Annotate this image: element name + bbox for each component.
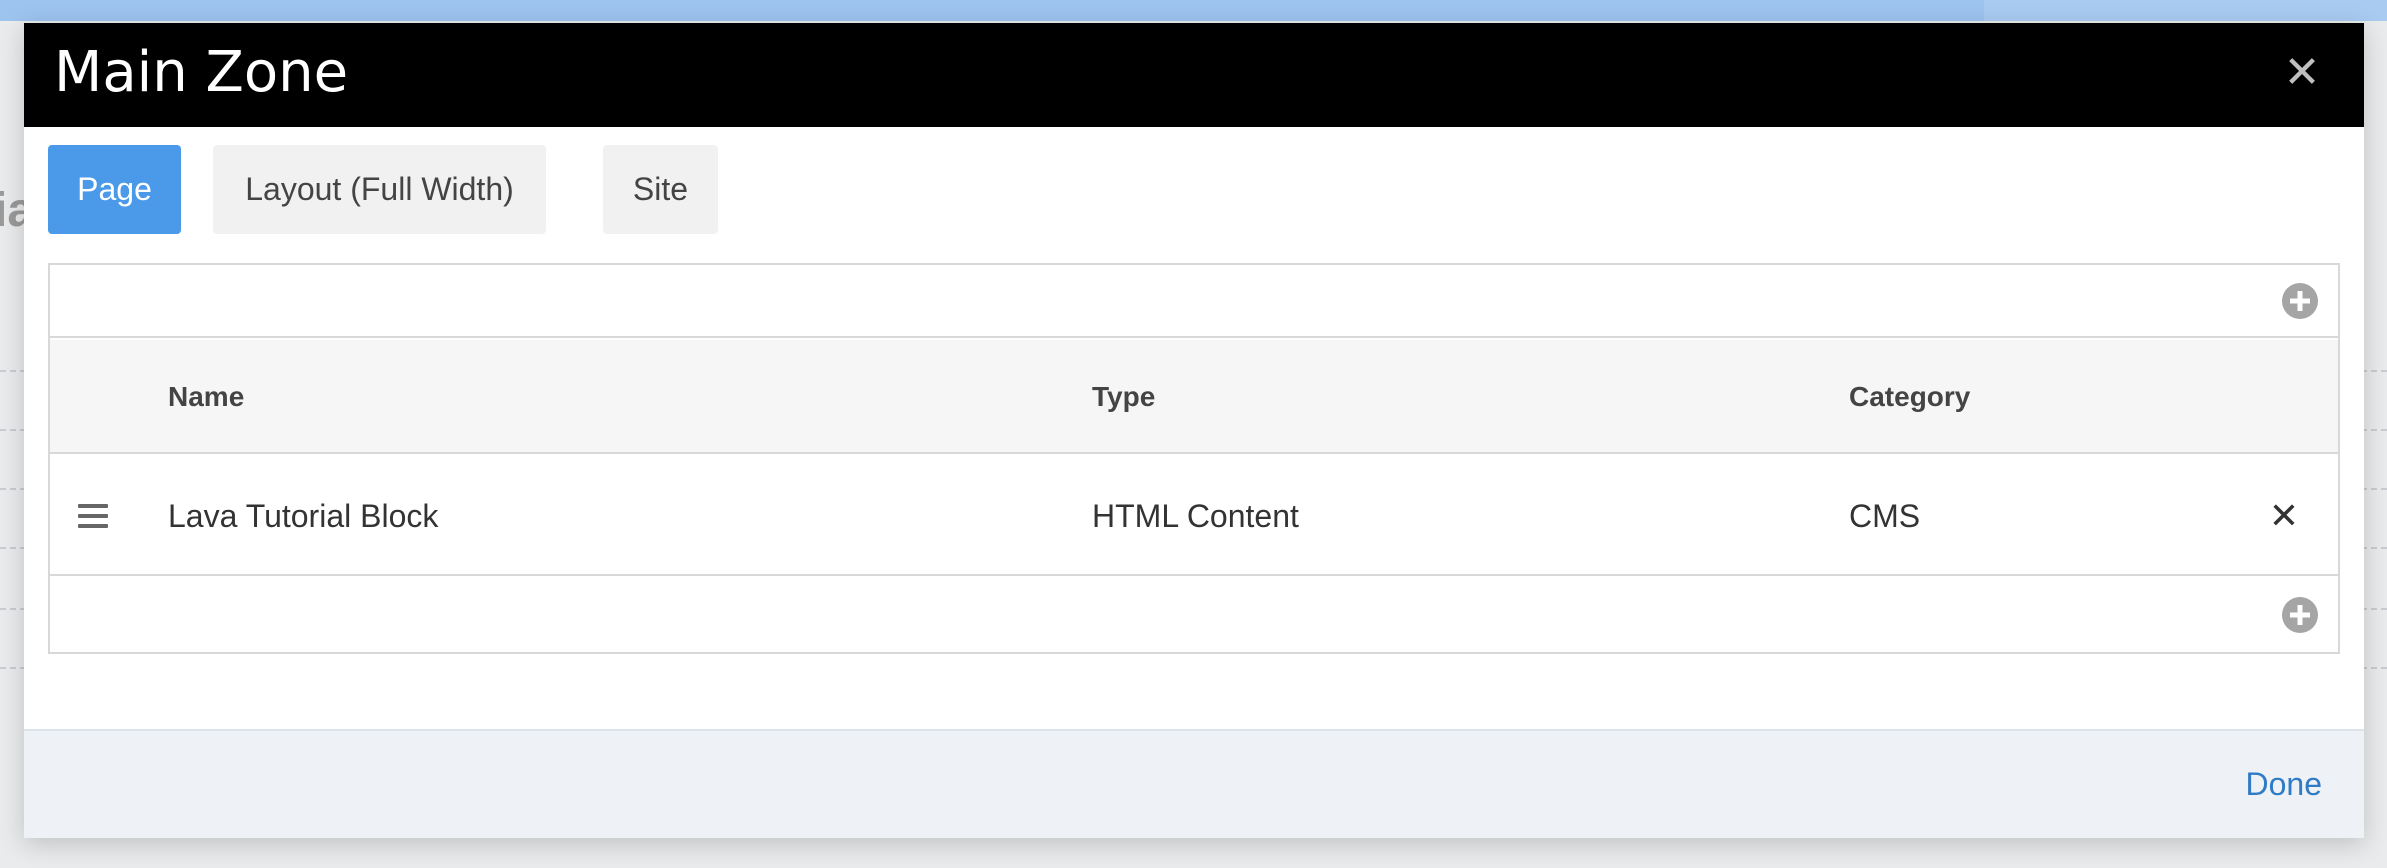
cell-name: Lava Tutorial Block	[168, 498, 439, 534]
column-header-category[interactable]: Category	[1849, 340, 1970, 454]
modal-footer: Done	[24, 729, 2364, 838]
table-row: Lava Tutorial Block HTML Content CMS ✕	[50, 456, 2338, 576]
background-top-bar-right	[1984, 0, 2387, 21]
tab-page[interactable]: Page	[48, 145, 181, 234]
modal-header: Main Zone ✕	[24, 23, 2364, 127]
add-block-icon[interactable]	[2282, 283, 2318, 319]
column-header-type[interactable]: Type	[1092, 340, 1155, 454]
tab-site[interactable]: Site	[603, 145, 718, 234]
delete-block-icon[interactable]: ✕	[2266, 496, 2302, 536]
grid-actions-bottom	[50, 578, 2338, 652]
column-header-name[interactable]: Name	[168, 340, 244, 454]
zone-blocks-modal: Main Zone ✕ Page Layout (Full Width) Sit…	[24, 23, 2364, 838]
drag-handle-icon[interactable]	[78, 504, 108, 528]
background-top-bar	[0, 0, 2387, 21]
modal-title: Main Zone	[54, 40, 349, 105]
grid-actions-top	[50, 265, 2338, 338]
tab-layout[interactable]: Layout (Full Width)	[213, 145, 546, 234]
grid-header: Name Type Category	[50, 340, 2338, 454]
close-icon[interactable]: ✕	[2280, 51, 2324, 95]
done-button[interactable]: Done	[2246, 759, 2323, 809]
cell-category: CMS	[1849, 498, 1921, 534]
add-block-icon[interactable]	[2282, 597, 2318, 633]
blocks-grid: Name Type Category Lava Tutorial Block H…	[48, 263, 2340, 654]
cell-type: HTML Content	[1092, 498, 1299, 534]
